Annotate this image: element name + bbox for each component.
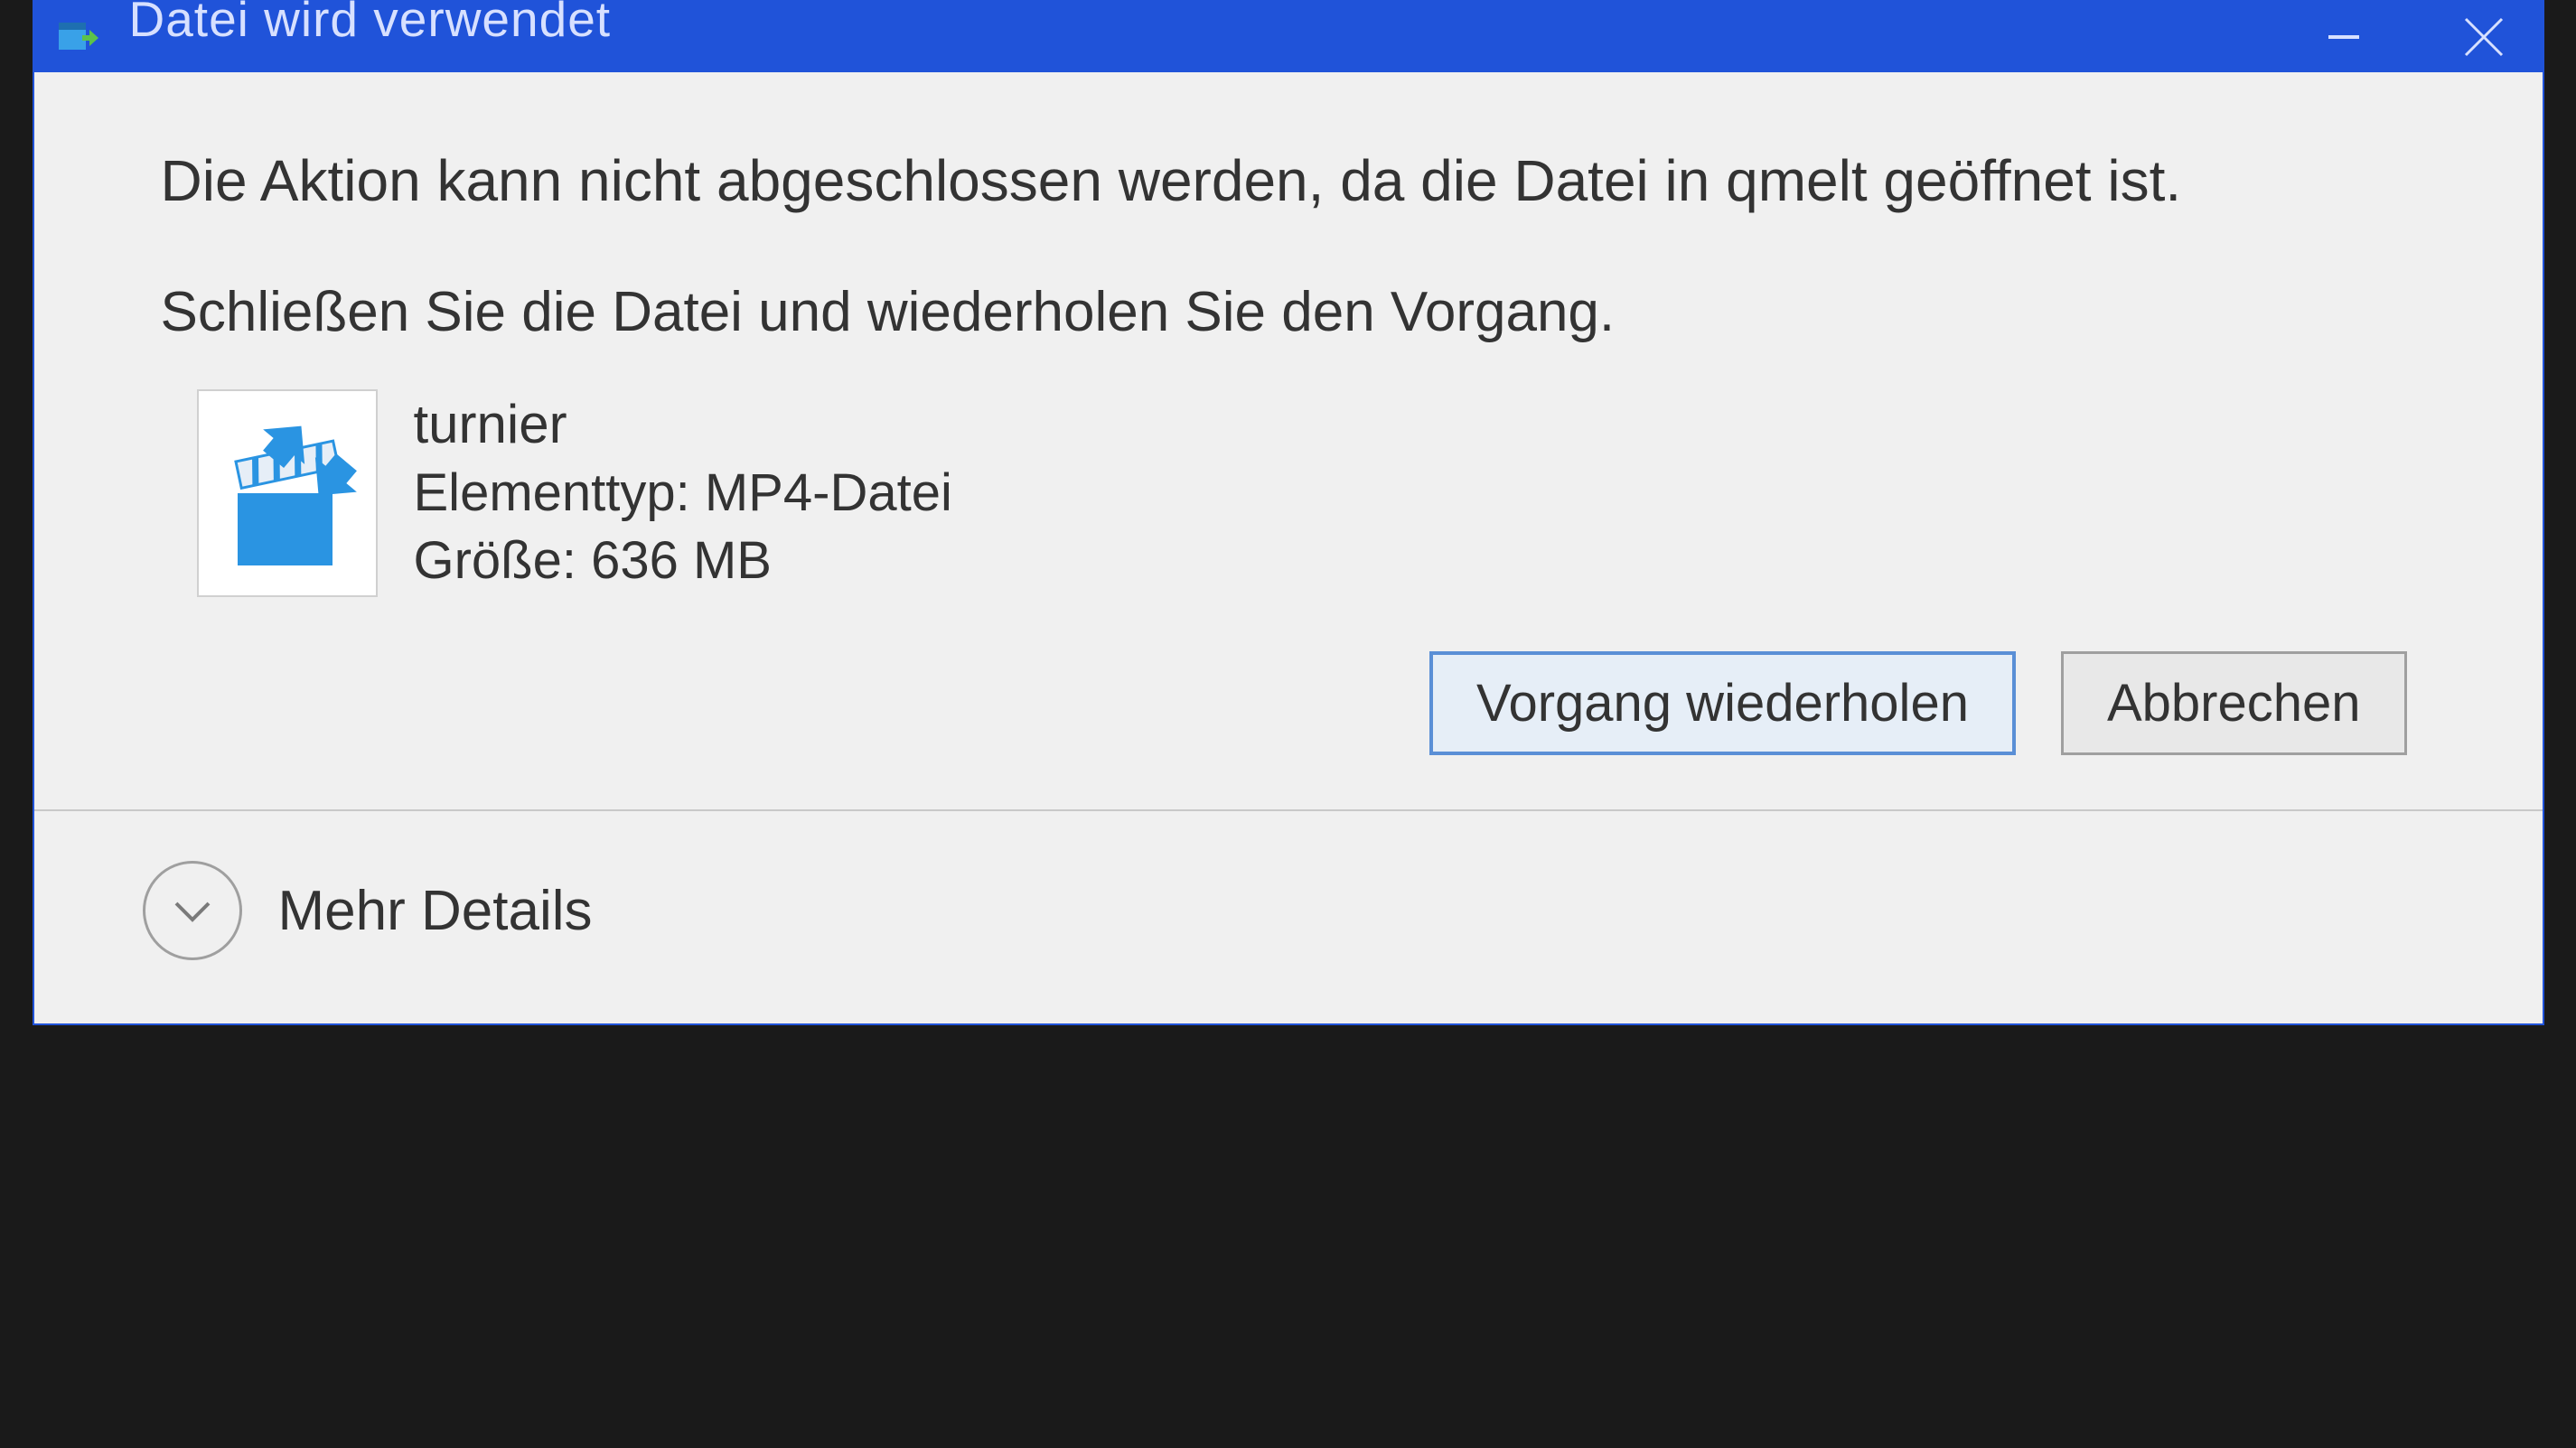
- dialog-footer: Mehr Details: [34, 809, 2543, 1023]
- file-type: Elementtyp: MP4-Datei: [414, 462, 952, 523]
- file-details: turnier Elementtyp: MP4-Datei Größe: 636…: [414, 389, 952, 591]
- chevron-down-icon: [167, 885, 218, 936]
- minimize-button[interactable]: [2317, 10, 2371, 64]
- file-name: turnier: [414, 393, 952, 455]
- file-info-block: turnier Elementtyp: MP4-Datei Größe: 636…: [161, 389, 2416, 597]
- titlebar: Datei wird verwendet: [34, 2, 2543, 72]
- cancel-button[interactable]: Abbrechen: [2061, 651, 2407, 755]
- window-controls: [2317, 2, 2524, 72]
- button-row: Vorgang wiederholen Abbrechen: [161, 651, 2416, 755]
- dialog-title: Datei wird verwendet: [129, 0, 2317, 48]
- close-button[interactable]: [2443, 2, 2524, 72]
- expand-details-button[interactable]: [143, 861, 242, 960]
- dialog-content: Die Aktion kann nicht abgeschlossen werd…: [34, 72, 2543, 809]
- more-details-label: Mehr Details: [278, 879, 593, 943]
- file-size: Größe: 636 MB: [414, 530, 952, 591]
- instruction-message: Schließen Sie die Datei und wiederholen …: [161, 280, 2416, 344]
- file-in-use-dialog: Datei wird verwendet Die Aktion kann nic…: [33, 0, 2544, 1025]
- main-message: Die Aktion kann nicht abgeschlossen werd…: [161, 145, 2416, 217]
- video-file-icon: [197, 389, 378, 597]
- retry-button[interactable]: Vorgang wiederholen: [1429, 651, 2016, 755]
- dialog-icon: [52, 13, 102, 62]
